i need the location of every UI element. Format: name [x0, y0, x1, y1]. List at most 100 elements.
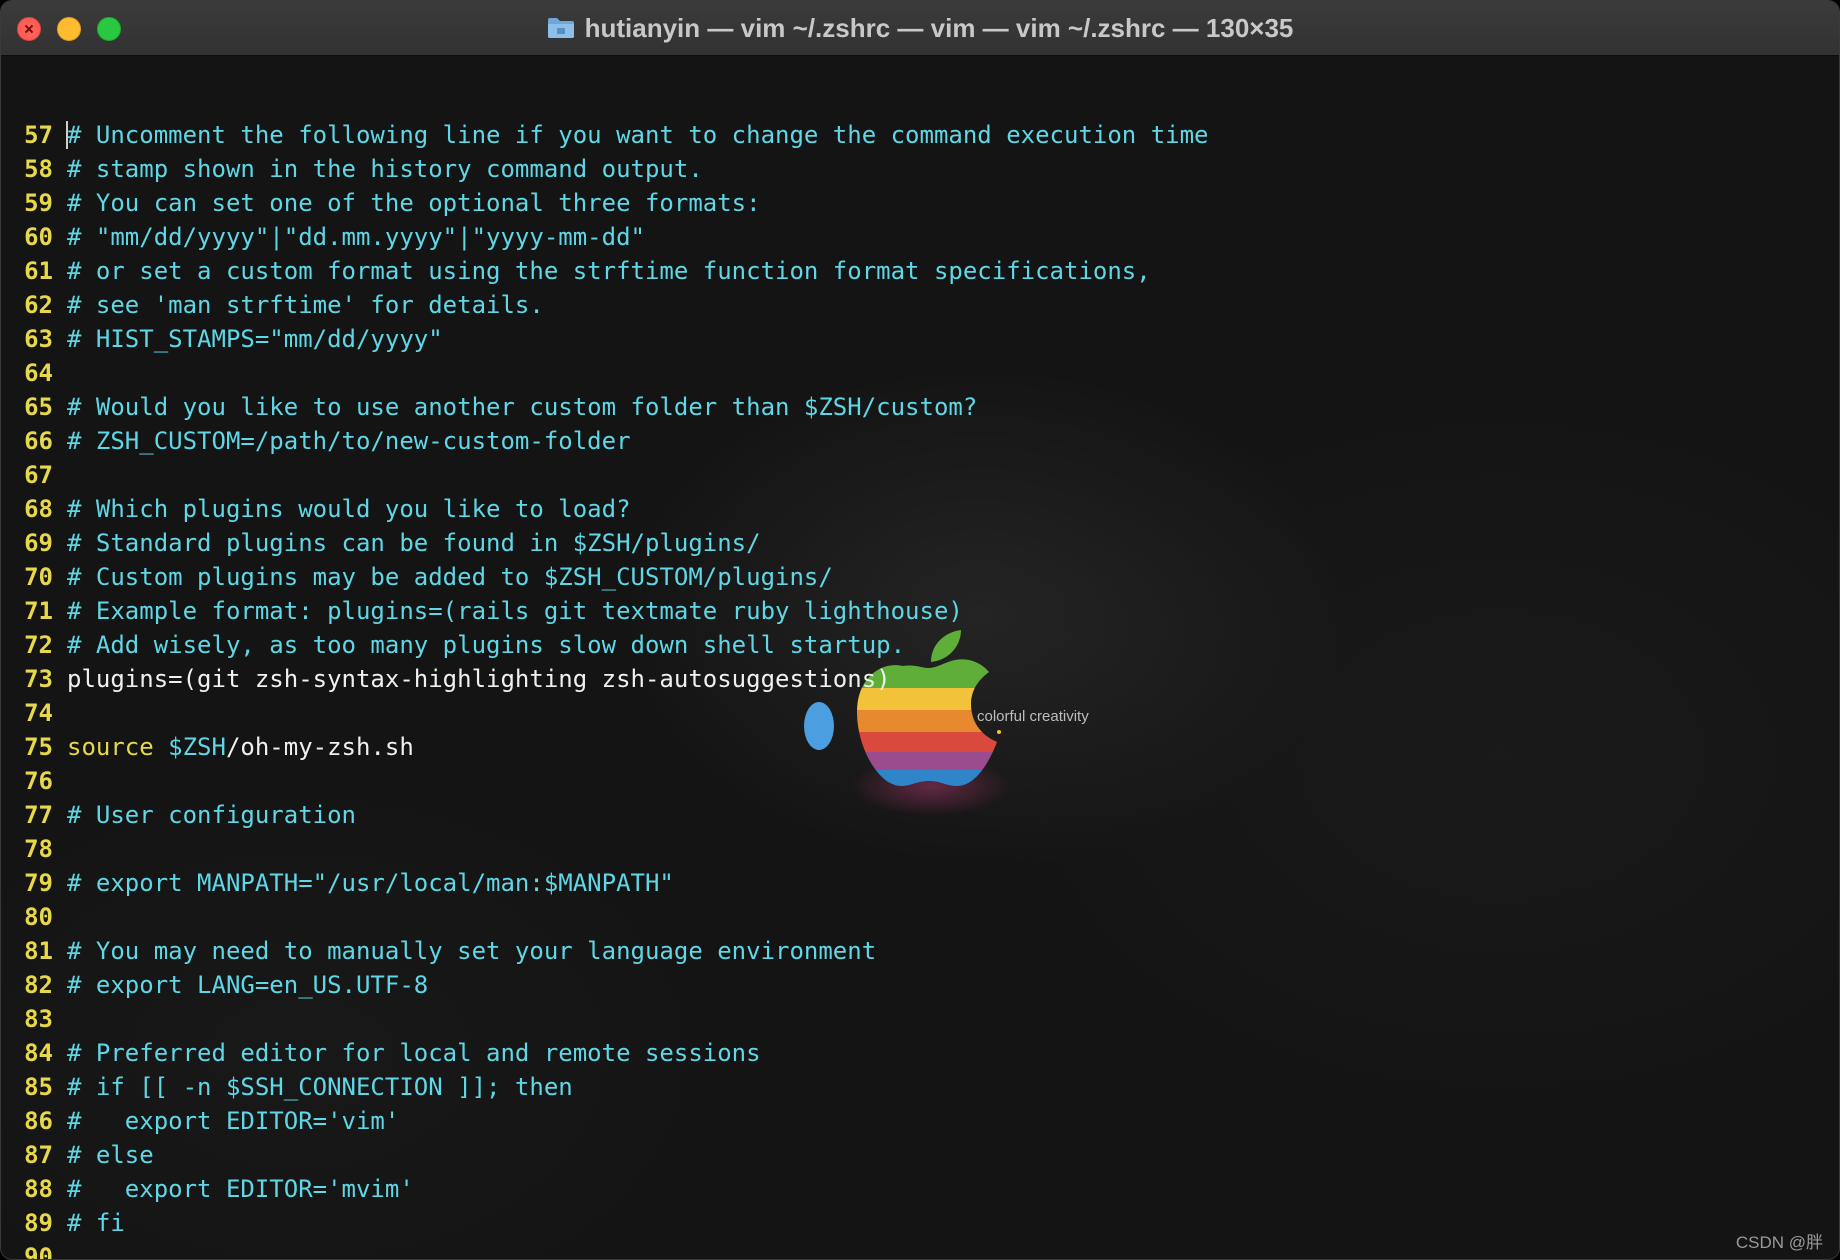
code-line[interactable]: 81 # You may need to manually set your la…	[1, 934, 1209, 968]
line-number: 64	[24, 359, 53, 387]
keyword-token: source	[67, 733, 154, 761]
path-token: /oh-my-zsh.sh	[225, 733, 414, 761]
terminal-content[interactable]: colorful creativity 57 # Uncomment the fo…	[1, 56, 1839, 1259]
code-line[interactable]: 83	[1, 1002, 1209, 1036]
line-number: 72	[24, 631, 53, 659]
code-line[interactable]: 60 # "mm/dd/yyyy"|"dd.mm.yyyy"|"yyyy-mm-d…	[1, 220, 1209, 254]
terminal-window: hutianyin — vim ~/.zshrc — vim — vim ~/.…	[0, 0, 1840, 1260]
line-number: 89	[24, 1209, 53, 1237]
code-line[interactable]: 70 # Custom plugins may be added to $ZSH_…	[1, 560, 1209, 594]
comment-text: # export EDITOR='vim'	[67, 1107, 400, 1135]
line-number: 75	[24, 733, 53, 761]
comment-text: # HIST_STAMPS="mm/dd/yyyy"	[67, 325, 443, 353]
code-line[interactable]: 86 # export EDITOR='vim'	[1, 1104, 1209, 1138]
line-number: 62	[24, 291, 53, 319]
line-number: 84	[24, 1039, 53, 1067]
code-line[interactable]: 66 # ZSH_CUSTOM=/path/to/new-custom-folde…	[1, 424, 1209, 458]
line-number: 70	[24, 563, 53, 591]
code-line[interactable]: 58 # stamp shown in the history command o…	[1, 152, 1209, 186]
code-line[interactable]: 75 source $ZSH/oh-my-zsh.sh	[1, 730, 1209, 764]
code-line[interactable]: 90	[1, 1240, 1209, 1260]
code-line[interactable]: 87 # else	[1, 1138, 1209, 1172]
line-number: 88	[24, 1175, 53, 1203]
comment-text: # Example format: plugins=(rails git tex…	[67, 597, 963, 625]
code-text: plugins=(git zsh-syntax-highlighting zsh…	[67, 665, 891, 693]
comment-text: # User configuration	[67, 801, 356, 829]
code-line[interactable]: 64	[1, 356, 1209, 390]
code-line[interactable]: 69 # Standard plugins can be found in $ZS…	[1, 526, 1209, 560]
line-number: 67	[24, 461, 53, 489]
comment-text: # export LANG=en_US.UTF-8	[67, 971, 429, 999]
code-line[interactable]: 82 # export LANG=en_US.UTF-8	[1, 968, 1209, 1002]
line-number: 77	[24, 801, 53, 829]
code-line[interactable]: 80	[1, 900, 1209, 934]
line-number: 68	[24, 495, 53, 523]
comment-text: # export MANPATH="/usr/local/man:$MANPAT…	[67, 869, 674, 897]
comment-text: # Preferred editor for local and remote …	[67, 1039, 761, 1067]
code-line[interactable]: 65 # Would you like to use another custom…	[1, 390, 1209, 424]
code-line[interactable]: 68 # Which plugins would you like to load…	[1, 492, 1209, 526]
variable-token: $ZSH	[168, 733, 226, 761]
code-line[interactable]: 59 # You can set one of the optional thre…	[1, 186, 1209, 220]
line-number: 80	[24, 903, 53, 931]
code-line[interactable]: 71 # Example format: plugins=(rails git t…	[1, 594, 1209, 628]
comment-text: # Custom plugins may be added to $ZSH_CU…	[67, 563, 833, 591]
code-line[interactable]: 62 # see 'man strftime' for details.	[1, 288, 1209, 322]
line-number: 82	[24, 971, 53, 999]
line-number: 87	[24, 1141, 53, 1169]
code-line[interactable]: 73 plugins=(git zsh-syntax-highlighting z…	[1, 662, 1209, 696]
comment-text: # Would you like to use another custom f…	[67, 393, 978, 421]
code-line[interactable]: 79 # export MANPATH="/usr/local/man:$MANP…	[1, 866, 1209, 900]
line-number: 58	[24, 155, 53, 183]
comment-text: # Add wisely, as too many plugins slow d…	[67, 631, 906, 659]
comment-text: # see 'man strftime' for details.	[67, 291, 544, 319]
comment-text: # stamp shown in the history command out…	[67, 155, 703, 183]
code-line[interactable]: 88 # export EDITOR='mvim'	[1, 1172, 1209, 1206]
line-number: 74	[24, 699, 53, 727]
comment-text: # else	[67, 1141, 154, 1169]
code-line[interactable]: 76	[1, 764, 1209, 798]
line-number: 57	[24, 121, 53, 149]
line-number: 63	[24, 325, 53, 353]
code-line[interactable]: 72 # Add wisely, as too many plugins slow…	[1, 628, 1209, 662]
line-number: 86	[24, 1107, 53, 1135]
line-number: 90	[24, 1243, 53, 1260]
comment-text: # You may need to manually set your lang…	[67, 937, 877, 965]
comment-text: # Which plugins would you like to load?	[67, 495, 631, 523]
code-line[interactable]: 85 # if [[ -n $SSH_CONNECTION ]]; then	[1, 1070, 1209, 1104]
comment-text: # ZSH_CUSTOM=/path/to/new-custom-folder	[67, 427, 631, 455]
text-cursor	[66, 121, 68, 149]
folder-icon	[547, 17, 575, 39]
code-line[interactable]: 63 # HIST_STAMPS="mm/dd/yyyy"	[1, 322, 1209, 356]
line-number: 59	[24, 189, 53, 217]
watermark-text: CSDN @胖	[1735, 1233, 1823, 1252]
code-line[interactable]: 89 # fi	[1, 1206, 1209, 1240]
line-number: 79	[24, 869, 53, 897]
comment-text: # You can set one of the optional three …	[67, 189, 761, 217]
title-bar[interactable]: hutianyin — vim ~/.zshrc — vim — vim ~/.…	[1, 1, 1839, 56]
code-line[interactable]: 77 # User configuration	[1, 798, 1209, 832]
line-number: 81	[24, 937, 53, 965]
line-number: 60	[24, 223, 53, 251]
title-group: hutianyin — vim ~/.zshrc — vim — vim ~/.…	[1, 1, 1839, 55]
line-number: 71	[24, 597, 53, 625]
line-number: 76	[24, 767, 53, 795]
line-number: 65	[24, 393, 53, 421]
line-number: 66	[24, 427, 53, 455]
line-number: 78	[24, 835, 53, 863]
code-line[interactable]: 67	[1, 458, 1209, 492]
code-line[interactable]: 61 # or set a custom format using the str…	[1, 254, 1209, 288]
comment-text: # or set a custom format using the strft…	[67, 257, 1151, 285]
code-line[interactable]: 78	[1, 832, 1209, 866]
comment-text: # Uncomment the following line if you wa…	[67, 121, 1209, 149]
line-number: 69	[24, 529, 53, 557]
line-number: 85	[24, 1073, 53, 1101]
code-line[interactable]: 74	[1, 696, 1209, 730]
code-line[interactable]: 84 # Preferred editor for local and remot…	[1, 1036, 1209, 1070]
comment-text: # Standard plugins can be found in $ZSH/…	[67, 529, 761, 557]
code-line[interactable]: 57 # Uncomment the following line if you …	[1, 118, 1209, 152]
window-title: hutianyin — vim ~/.zshrc — vim — vim ~/.…	[584, 12, 1294, 43]
line-number: 73	[24, 665, 53, 693]
editor-buffer[interactable]: 57 # Uncomment the following line if you …	[1, 118, 1209, 1260]
